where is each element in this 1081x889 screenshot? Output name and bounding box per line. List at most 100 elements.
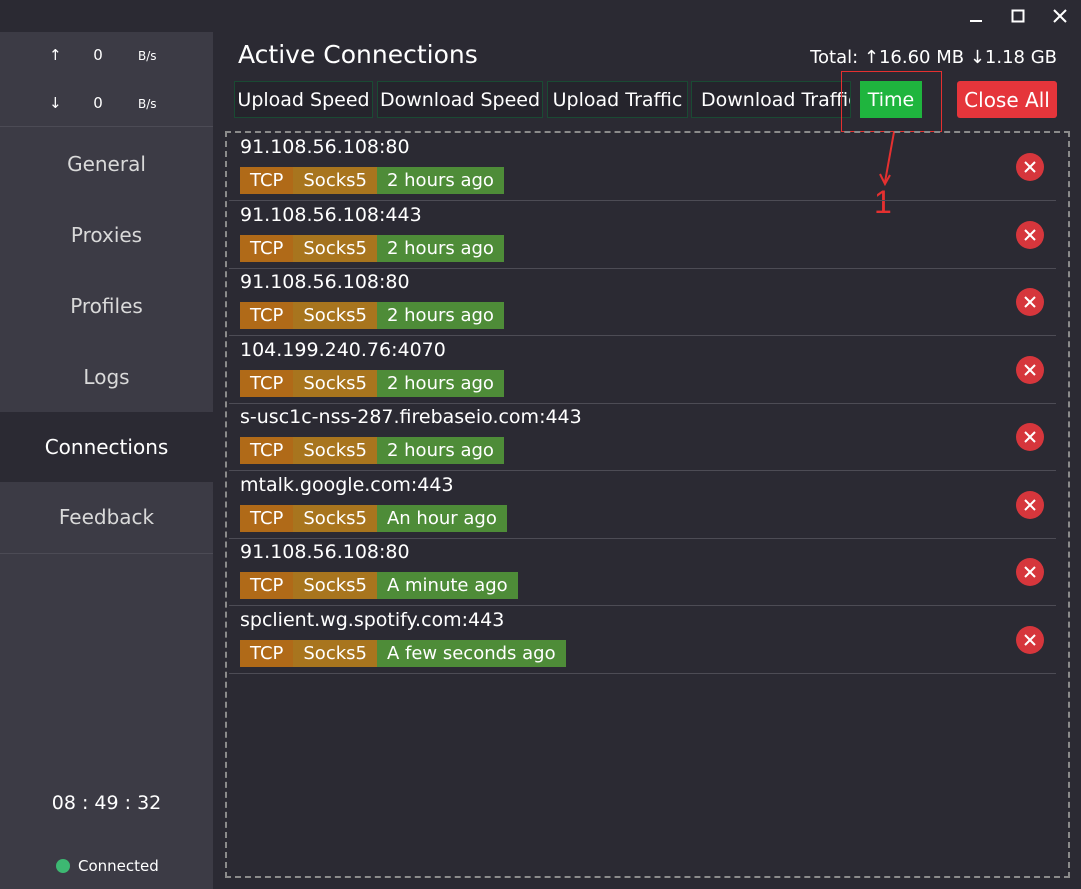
sort-button-label: Download Speed bbox=[379, 88, 541, 111]
minimize-icon[interactable] bbox=[963, 4, 989, 28]
close-all-label: Close All bbox=[964, 87, 1050, 112]
sidebar-item-label: Profiles bbox=[70, 294, 143, 318]
network-tag: TCP bbox=[240, 437, 294, 464]
close-connection-icon[interactable] bbox=[1016, 288, 1044, 316]
sidebar-item-general[interactable]: General bbox=[0, 129, 213, 199]
page-title: Active Connections bbox=[238, 40, 478, 69]
close-connection-icon[interactable] bbox=[1016, 490, 1044, 519]
connection-time-tag: 2 hours ago bbox=[376, 369, 504, 397]
connection-host: s-usc1c-nss-287.firebaseio.com:443 bbox=[240, 406, 582, 428]
connection-status: Connected bbox=[56, 856, 159, 876]
connection-tags: TCP Socks5 2 hours ago bbox=[240, 437, 504, 464]
sort-button-label: Upload Traffic bbox=[552, 88, 683, 111]
sort-download-speed-button[interactable]: Download Speed bbox=[377, 81, 543, 118]
connection-row: 104.199.240.76:4070 TCP Socks5 2 hours a… bbox=[229, 336, 1056, 404]
network-tag: TCP bbox=[240, 369, 294, 397]
connections-list: 91.108.56.108:80 TCP Socks5 2 hours ago … bbox=[225, 131, 1070, 878]
connection-row: 91.108.56.108:80 TCP Socks5 2 hours ago bbox=[229, 133, 1056, 201]
sidebar-item-proxies[interactable]: Proxies bbox=[0, 200, 213, 270]
download-speed-value: 0 bbox=[93, 94, 103, 112]
connection-time-tag: A few seconds ago bbox=[376, 639, 566, 667]
close-connection-icon[interactable] bbox=[1016, 625, 1044, 654]
download-speed: ↓ 0 B/s bbox=[0, 94, 213, 114]
sort-upload-traffic-button[interactable]: Upload Traffic bbox=[547, 81, 688, 118]
sidebar-divider bbox=[0, 553, 213, 554]
connection-row: spclient.wg.spotify.com:443 TCP Socks5 A… bbox=[229, 606, 1056, 674]
sidebar-item-label: Feedback bbox=[58, 505, 155, 529]
connection-time-tag: 2 hours ago bbox=[376, 302, 504, 329]
sort-button-label: Download Traffic bbox=[701, 88, 851, 111]
network-tag: TCP bbox=[240, 504, 294, 532]
maximize-icon[interactable] bbox=[1005, 4, 1031, 28]
uptime-clock: 08 : 49 : 32 bbox=[51, 792, 162, 814]
connection-tags: TCP Socks5 2 hours ago bbox=[240, 167, 504, 194]
connection-host: mtalk.google.com:443 bbox=[240, 473, 454, 496]
connection-host: 104.199.240.76:4070 bbox=[240, 338, 446, 361]
connection-time-tag: A minute ago bbox=[376, 572, 518, 599]
proxy-type-tag: Socks5 bbox=[293, 504, 377, 532]
connection-time-tag: 2 hours ago bbox=[376, 167, 504, 194]
network-tag: TCP bbox=[240, 302, 294, 329]
proxy-type-tag: Socks5 bbox=[293, 437, 377, 464]
connection-row: mtalk.google.com:443 TCP Socks5 An hour … bbox=[229, 471, 1056, 539]
sort-button-label: Upload Speed bbox=[237, 88, 370, 111]
close-connection-icon[interactable] bbox=[1016, 558, 1044, 586]
total-traffic: Total: ↑16.60 MB ↓1.18 GB bbox=[810, 47, 1057, 68]
sidebar-item-connections[interactable]: Connections bbox=[0, 412, 213, 482]
close-connection-icon[interactable] bbox=[1016, 423, 1044, 451]
connection-tags: TCP Socks5 An hour ago bbox=[240, 504, 507, 532]
connection-tags: TCP Socks5 A few seconds ago bbox=[240, 639, 566, 667]
connection-host: 91.108.56.108:80 bbox=[240, 136, 410, 158]
connection-row: 91.108.56.108:443 TCP Socks5 2 hours ago bbox=[229, 201, 1056, 269]
close-connection-icon[interactable] bbox=[1016, 220, 1044, 249]
connection-tags: TCP Socks5 2 hours ago bbox=[240, 302, 504, 329]
close-icon[interactable] bbox=[1047, 4, 1073, 28]
close-connection-icon[interactable] bbox=[1016, 153, 1044, 181]
proxy-type-tag: Socks5 bbox=[293, 639, 377, 667]
sidebar-item-label: Connections bbox=[44, 435, 169, 459]
connection-tags: TCP Socks5 A minute ago bbox=[240, 572, 518, 599]
sort-upload-speed-button[interactable]: Upload Speed bbox=[234, 81, 373, 118]
sidebar-item-label: Logs bbox=[83, 365, 130, 389]
upload-speed-value: 0 bbox=[93, 46, 103, 64]
connection-host: 91.108.56.108:80 bbox=[240, 541, 410, 563]
proxy-type-tag: Socks5 bbox=[293, 572, 377, 599]
close-connection-icon[interactable] bbox=[1016, 355, 1044, 384]
sidebar-item-logs[interactable]: Logs bbox=[0, 342, 213, 412]
connection-tags: TCP Socks5 2 hours ago bbox=[240, 369, 504, 397]
connection-row: 91.108.56.108:80 TCP Socks5 A minute ago bbox=[229, 538, 1056, 606]
network-tag: TCP bbox=[240, 167, 294, 194]
sort-download-traffic-button[interactable]: Download Traffic bbox=[691, 81, 851, 118]
proxy-type-tag: Socks5 bbox=[293, 369, 377, 397]
sidebar-item-profiles[interactable]: Profiles bbox=[0, 271, 213, 341]
close-all-button[interactable]: Close All bbox=[957, 81, 1057, 118]
connection-time-tag: An hour ago bbox=[376, 504, 507, 532]
connection-row: s-usc1c-nss-287.firebaseio.com:443 TCP S… bbox=[229, 403, 1056, 471]
connection-host: 91.108.56.108:80 bbox=[240, 271, 410, 293]
proxy-type-tag: Socks5 bbox=[293, 234, 377, 262]
network-tag: TCP bbox=[240, 639, 294, 667]
network-tag: TCP bbox=[240, 234, 294, 262]
sidebar-item-feedback[interactable]: Feedback bbox=[0, 482, 213, 552]
connection-host: 91.108.56.108:443 bbox=[240, 203, 422, 226]
connection-time-tag: 2 hours ago bbox=[376, 437, 504, 464]
sidebar-item-label: Proxies bbox=[70, 223, 143, 247]
network-tag: TCP bbox=[240, 572, 294, 599]
download-arrow-icon: ↓ bbox=[49, 94, 62, 112]
status-label: Connected bbox=[78, 857, 159, 875]
proxy-type-tag: Socks5 bbox=[293, 167, 377, 194]
status-dot-icon bbox=[56, 859, 70, 873]
connection-time-tag: 2 hours ago bbox=[376, 234, 504, 262]
sidebar-item-label: General bbox=[67, 152, 146, 176]
connection-row: 91.108.56.108:80 TCP Socks5 2 hours ago bbox=[229, 268, 1056, 336]
upload-speed-unit: B/s bbox=[138, 49, 157, 63]
title-bar bbox=[0, 0, 1081, 32]
annotation-highlight-box bbox=[841, 71, 942, 132]
connection-host: spclient.wg.spotify.com:443 bbox=[240, 608, 505, 631]
download-speed-unit: B/s bbox=[138, 97, 157, 111]
proxy-type-tag: Socks5 bbox=[293, 302, 377, 329]
upload-arrow-icon: ↑ bbox=[49, 46, 62, 64]
connection-tags: TCP Socks5 2 hours ago bbox=[240, 234, 504, 262]
sidebar-divider bbox=[0, 126, 213, 127]
sidebar: ↑ 0 B/s ↓ 0 B/s General Proxies Profiles… bbox=[0, 32, 213, 889]
